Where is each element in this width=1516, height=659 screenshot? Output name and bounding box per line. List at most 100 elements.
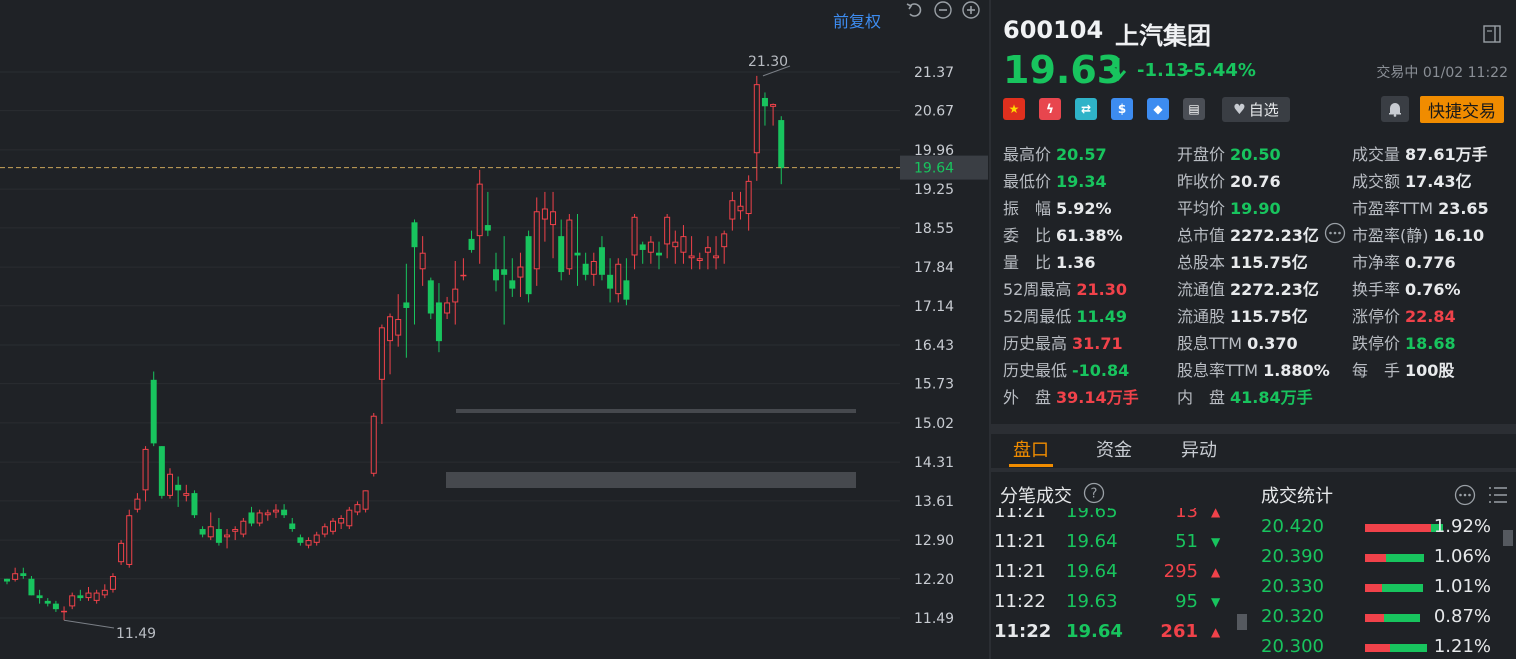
tick-time: 11:22	[994, 621, 1052, 642]
stat-label: 涨停价	[1352, 307, 1401, 326]
help-icon[interactable]: ?	[1083, 482, 1105, 504]
stat-cell: 振 幅 5.92%	[1003, 195, 1112, 219]
tick-volume: 261	[1160, 621, 1198, 642]
stat-cell: 成交额 17.43亿	[1352, 168, 1472, 192]
add-watchlist-button[interactable]: ♥ 自选	[1222, 97, 1290, 122]
volume-stats-scrollbar[interactable]	[1503, 530, 1513, 546]
y-axis-label: 14.31	[914, 455, 954, 471]
adjust-mode-button[interactable]: 前复权	[833, 8, 881, 32]
stat-value: 0.370	[1247, 334, 1298, 353]
stat-cell: 外 盘 39.14万手	[1003, 384, 1139, 408]
stat-value: 2272.23亿	[1230, 280, 1319, 299]
candle-body	[761, 97, 768, 107]
stat-cell: 平均价 19.90	[1177, 195, 1281, 219]
candle-body	[533, 211, 540, 270]
candle-body	[411, 222, 418, 248]
volume-stats-title: 成交统计	[1261, 486, 1333, 507]
candle-body	[134, 498, 141, 510]
volume-stats-list[interactable]: 20.420 1.92% 20.390 1.06% 20.330 1.01% 20.320 0…	[1261, 514, 1501, 659]
candle-body	[150, 379, 157, 444]
stat-value: 61.38%	[1056, 226, 1123, 245]
vs-bar-sell	[1385, 554, 1424, 562]
candle-body	[52, 603, 59, 610]
stat-label: 总市值	[1177, 226, 1226, 245]
candle-body	[215, 529, 222, 543]
candle-body	[639, 244, 646, 250]
stats-row: 历史最高 31.71 股息TTM 0.370 跌停价 18.68	[1003, 328, 1513, 355]
list-view-icon[interactable]	[1487, 484, 1509, 506]
stat-label: 总股本	[1177, 253, 1226, 272]
candle-body	[427, 280, 434, 314]
high-annotation: 21.30	[748, 54, 788, 70]
candle-body	[387, 316, 394, 342]
tick-price: 19.63	[1066, 591, 1118, 612]
tick-row: 11:21 19.65 13 ▲	[991, 508, 1236, 529]
margin-icon[interactable]: ϟ	[1039, 98, 1061, 120]
zone-band-upper	[456, 409, 856, 413]
dollar-icon[interactable]: $	[1111, 98, 1133, 120]
candle-body	[395, 319, 402, 336]
candle-body	[264, 512, 271, 516]
more-options-icon[interactable]	[1454, 484, 1476, 506]
tick-volume: 95	[1175, 591, 1198, 612]
tab-fund-flow[interactable]: 资金	[1096, 436, 1132, 462]
vs-bar-sell	[1389, 644, 1428, 652]
candle-body	[721, 233, 728, 248]
candle-body	[656, 252, 662, 256]
stat-cell: 最低价 19.34	[1003, 168, 1107, 192]
stats-row: 历史最低 -10.84 股息率TTM 1.880% 每 手 100股	[1003, 355, 1513, 382]
stat-label: 昨收价	[1177, 172, 1226, 191]
y-axis-label: 13.61	[914, 494, 954, 510]
connect-icon[interactable]: ⇄	[1075, 98, 1097, 120]
stat-label: 振 幅	[1003, 199, 1052, 218]
candle-body	[729, 200, 736, 220]
stat-cell: 换手率 0.76%	[1352, 276, 1461, 300]
y-axis-label: 11.49	[914, 611, 954, 627]
candle-body	[696, 258, 703, 262]
tick-scrollbar[interactable]	[1237, 614, 1247, 630]
candle-body	[541, 208, 548, 220]
stat-value: 22.84	[1405, 307, 1456, 326]
candle-body	[240, 520, 247, 535]
tabs-separator	[991, 468, 1516, 472]
cn-flag[interactable]: ★	[1003, 98, 1025, 120]
candle-body	[158, 446, 165, 496]
tick-price: 19.65	[1066, 508, 1118, 522]
stat-cell: 开盘价 20.50	[1177, 141, 1281, 165]
more-info-icon[interactable]	[1324, 222, 1346, 244]
kline-svg[interactable]: 19.64 21.37 20.67 19.96 19.25 18.55 17.84 17.14…	[0, 0, 990, 659]
stat-value: 20.50	[1230, 145, 1281, 164]
tab-movements[interactable]: 异动	[1181, 436, 1217, 462]
panel-toggle-icon[interactable]	[1483, 25, 1501, 43]
vs-pct: 1.06%	[1433, 546, 1491, 567]
vs-pct: 1.92%	[1433, 516, 1491, 537]
zoom-out-icon[interactable]	[933, 0, 953, 20]
tick-list[interactable]: 11:21 19.65 13 ▲ 11:21 19.64 51 ▼ 11:21 19.64 295 ▲…	[991, 508, 1236, 659]
tab-order-book[interactable]: 盘口	[1013, 436, 1049, 462]
candle-body	[346, 509, 353, 527]
vs-price: 20.330	[1261, 576, 1324, 597]
stat-value: 31.71	[1072, 334, 1123, 353]
stat-label: 成交量	[1352, 145, 1401, 164]
stat-value: 19.90	[1230, 199, 1281, 218]
kline-chart[interactable]: 19.64 21.37 20.67 19.96 19.25 18.55 17.84 17.14…	[0, 0, 990, 659]
stat-cell: 内 盘 41.84万手	[1177, 384, 1313, 408]
vs-bar-buy	[1365, 644, 1390, 652]
candle-body	[476, 183, 483, 237]
y-axis-label: 15.02	[914, 416, 954, 432]
note-icon[interactable]: ▤	[1183, 98, 1205, 120]
reset-icon[interactable]	[905, 0, 925, 20]
quick-trade-button[interactable]: 快捷交易	[1420, 96, 1504, 123]
alert-button[interactable]	[1381, 96, 1409, 122]
vs-bar-buy	[1365, 614, 1385, 622]
stat-cell: 股息率TTM 1.880%	[1177, 357, 1330, 381]
zoom-in-icon[interactable]	[961, 0, 981, 20]
y-axis-label: 17.14	[914, 299, 954, 315]
candle-body	[590, 261, 597, 275]
vs-pct: 1.21%	[1433, 636, 1491, 657]
current-price-tag: 19.64	[914, 161, 954, 177]
stat-cell: 52周最高 21.30	[1003, 276, 1127, 300]
candle-body	[615, 263, 622, 295]
tag-icon[interactable]: ◆	[1147, 98, 1169, 120]
candle-body	[550, 211, 557, 226]
